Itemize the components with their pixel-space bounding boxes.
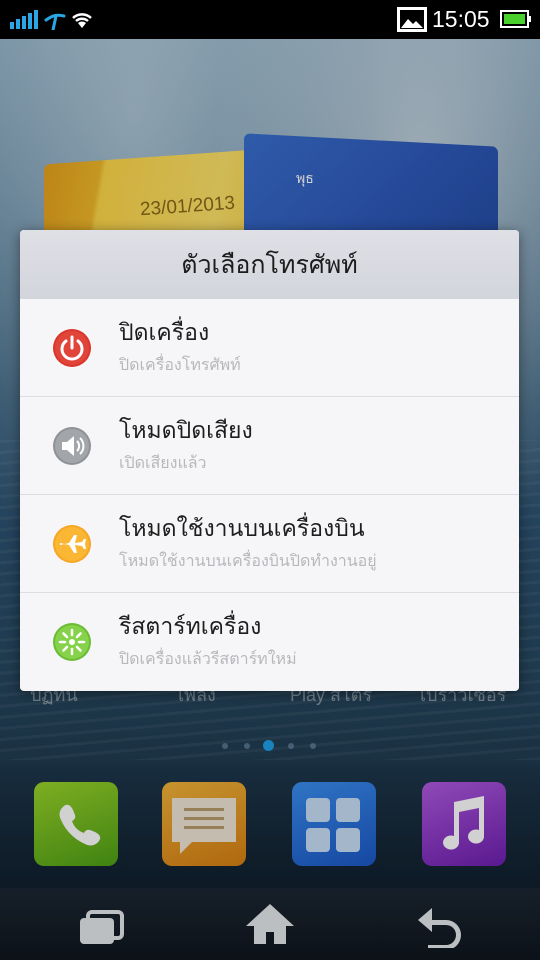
airplane-icon bbox=[53, 525, 91, 563]
option-subtitle: ปิดเครื่องโทรศัพท์ bbox=[119, 355, 241, 374]
option-subtitle: ปิดเครื่องแล้วรีสตาร์ทใหม่ bbox=[119, 649, 297, 668]
status-bar: 15:05 bbox=[0, 0, 540, 39]
option-title: ปิดเครื่อง bbox=[119, 320, 210, 346]
speaker-icon bbox=[53, 427, 91, 465]
phone-options-dialog: ตัวเลือกโทรศัพท์ ปิดเครื่อง ปิดเครื่องโท… bbox=[20, 230, 519, 691]
option-title: โหมดปิดเสียง bbox=[119, 418, 253, 444]
option-restart[interactable]: รีสตาร์ทเครื่อง ปิดเครื่องแล้วรีสตาร์ทให… bbox=[20, 593, 519, 690]
battery-icon bbox=[500, 10, 531, 28]
option-subtitle: เปิดเสียงแล้ว bbox=[119, 453, 207, 472]
option-silent-mode[interactable]: โหมดปิดเสียง เปิดเสียงแล้ว bbox=[20, 397, 519, 495]
clock: 15:05 bbox=[432, 6, 490, 32]
option-title: โหมดใช้งานบนเครื่องบิน bbox=[119, 516, 365, 542]
option-airplane-mode[interactable]: โหมดใช้งานบนเครื่องบิน โหมดใช้งานบนเครื่… bbox=[20, 495, 519, 593]
dialog-title: ตัวเลือกโทรศัพท์ bbox=[20, 230, 519, 299]
option-title: รีสตาร์ทเครื่อง bbox=[119, 614, 262, 640]
option-subtitle: โหมดใช้งานบนเครื่องบินปิดทำงานอยู่ bbox=[119, 551, 377, 570]
signal-icon bbox=[10, 10, 38, 29]
carrier-icon bbox=[44, 13, 66, 30]
option-power-off[interactable]: ปิดเครื่อง ปิดเครื่องโทรศัพท์ bbox=[20, 299, 519, 397]
power-icon bbox=[53, 329, 91, 367]
restart-icon bbox=[53, 623, 91, 661]
gallery-icon bbox=[397, 7, 427, 32]
wifi-icon bbox=[72, 13, 92, 28]
